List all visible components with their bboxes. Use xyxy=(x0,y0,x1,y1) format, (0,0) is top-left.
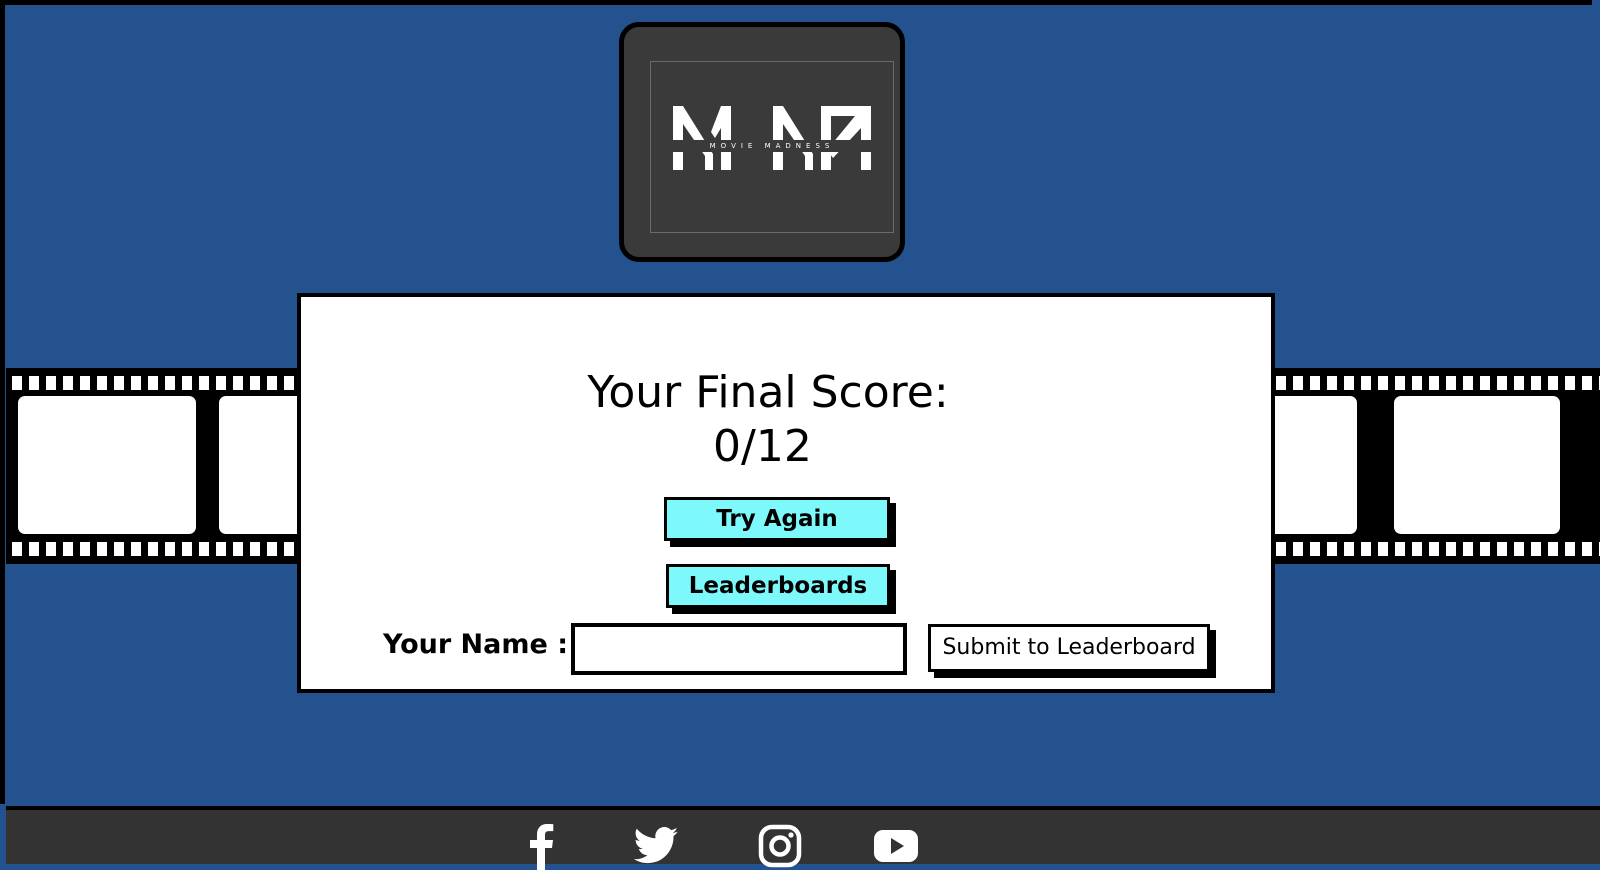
film-frame xyxy=(219,396,302,534)
leaderboards-button[interactable]: Leaderboards xyxy=(666,564,890,608)
score-heading-text: Your Final Score: xyxy=(587,367,949,418)
score-card: Your Final Score: 0/12 Try Again Leaderb… xyxy=(297,293,1275,693)
film-frame xyxy=(1270,396,1357,534)
youtube-icon[interactable] xyxy=(872,822,920,870)
film-frame xyxy=(18,396,196,534)
facebook-icon[interactable] xyxy=(518,822,566,870)
film-frame xyxy=(1394,396,1560,534)
film-strip-right xyxy=(1270,368,1600,564)
film-sprockets xyxy=(1276,376,1600,390)
logo-monogram-icon xyxy=(673,106,871,170)
submit-leaderboard-button[interactable]: Submit to Leaderboard xyxy=(928,624,1210,672)
name-input[interactable] xyxy=(571,623,907,675)
logo-tagline: MOVIE MADNESS xyxy=(709,142,835,150)
footer xyxy=(6,806,1600,870)
instagram-icon[interactable] xyxy=(756,822,804,870)
film-sprockets xyxy=(12,542,302,556)
film-sprockets xyxy=(1276,542,1600,556)
logo-container: MOVIE MADNESS xyxy=(619,22,905,262)
film-strip-left xyxy=(6,368,302,564)
try-again-button[interactable]: Try Again xyxy=(664,497,890,541)
final-score: 0/12 xyxy=(713,421,812,472)
twitter-icon[interactable] xyxy=(632,822,680,870)
score-heading: Your Final Score: xyxy=(301,367,1271,418)
name-label: Your Name : xyxy=(383,629,569,660)
logo: MOVIE MADNESS xyxy=(650,61,894,233)
film-sprockets xyxy=(12,376,302,390)
